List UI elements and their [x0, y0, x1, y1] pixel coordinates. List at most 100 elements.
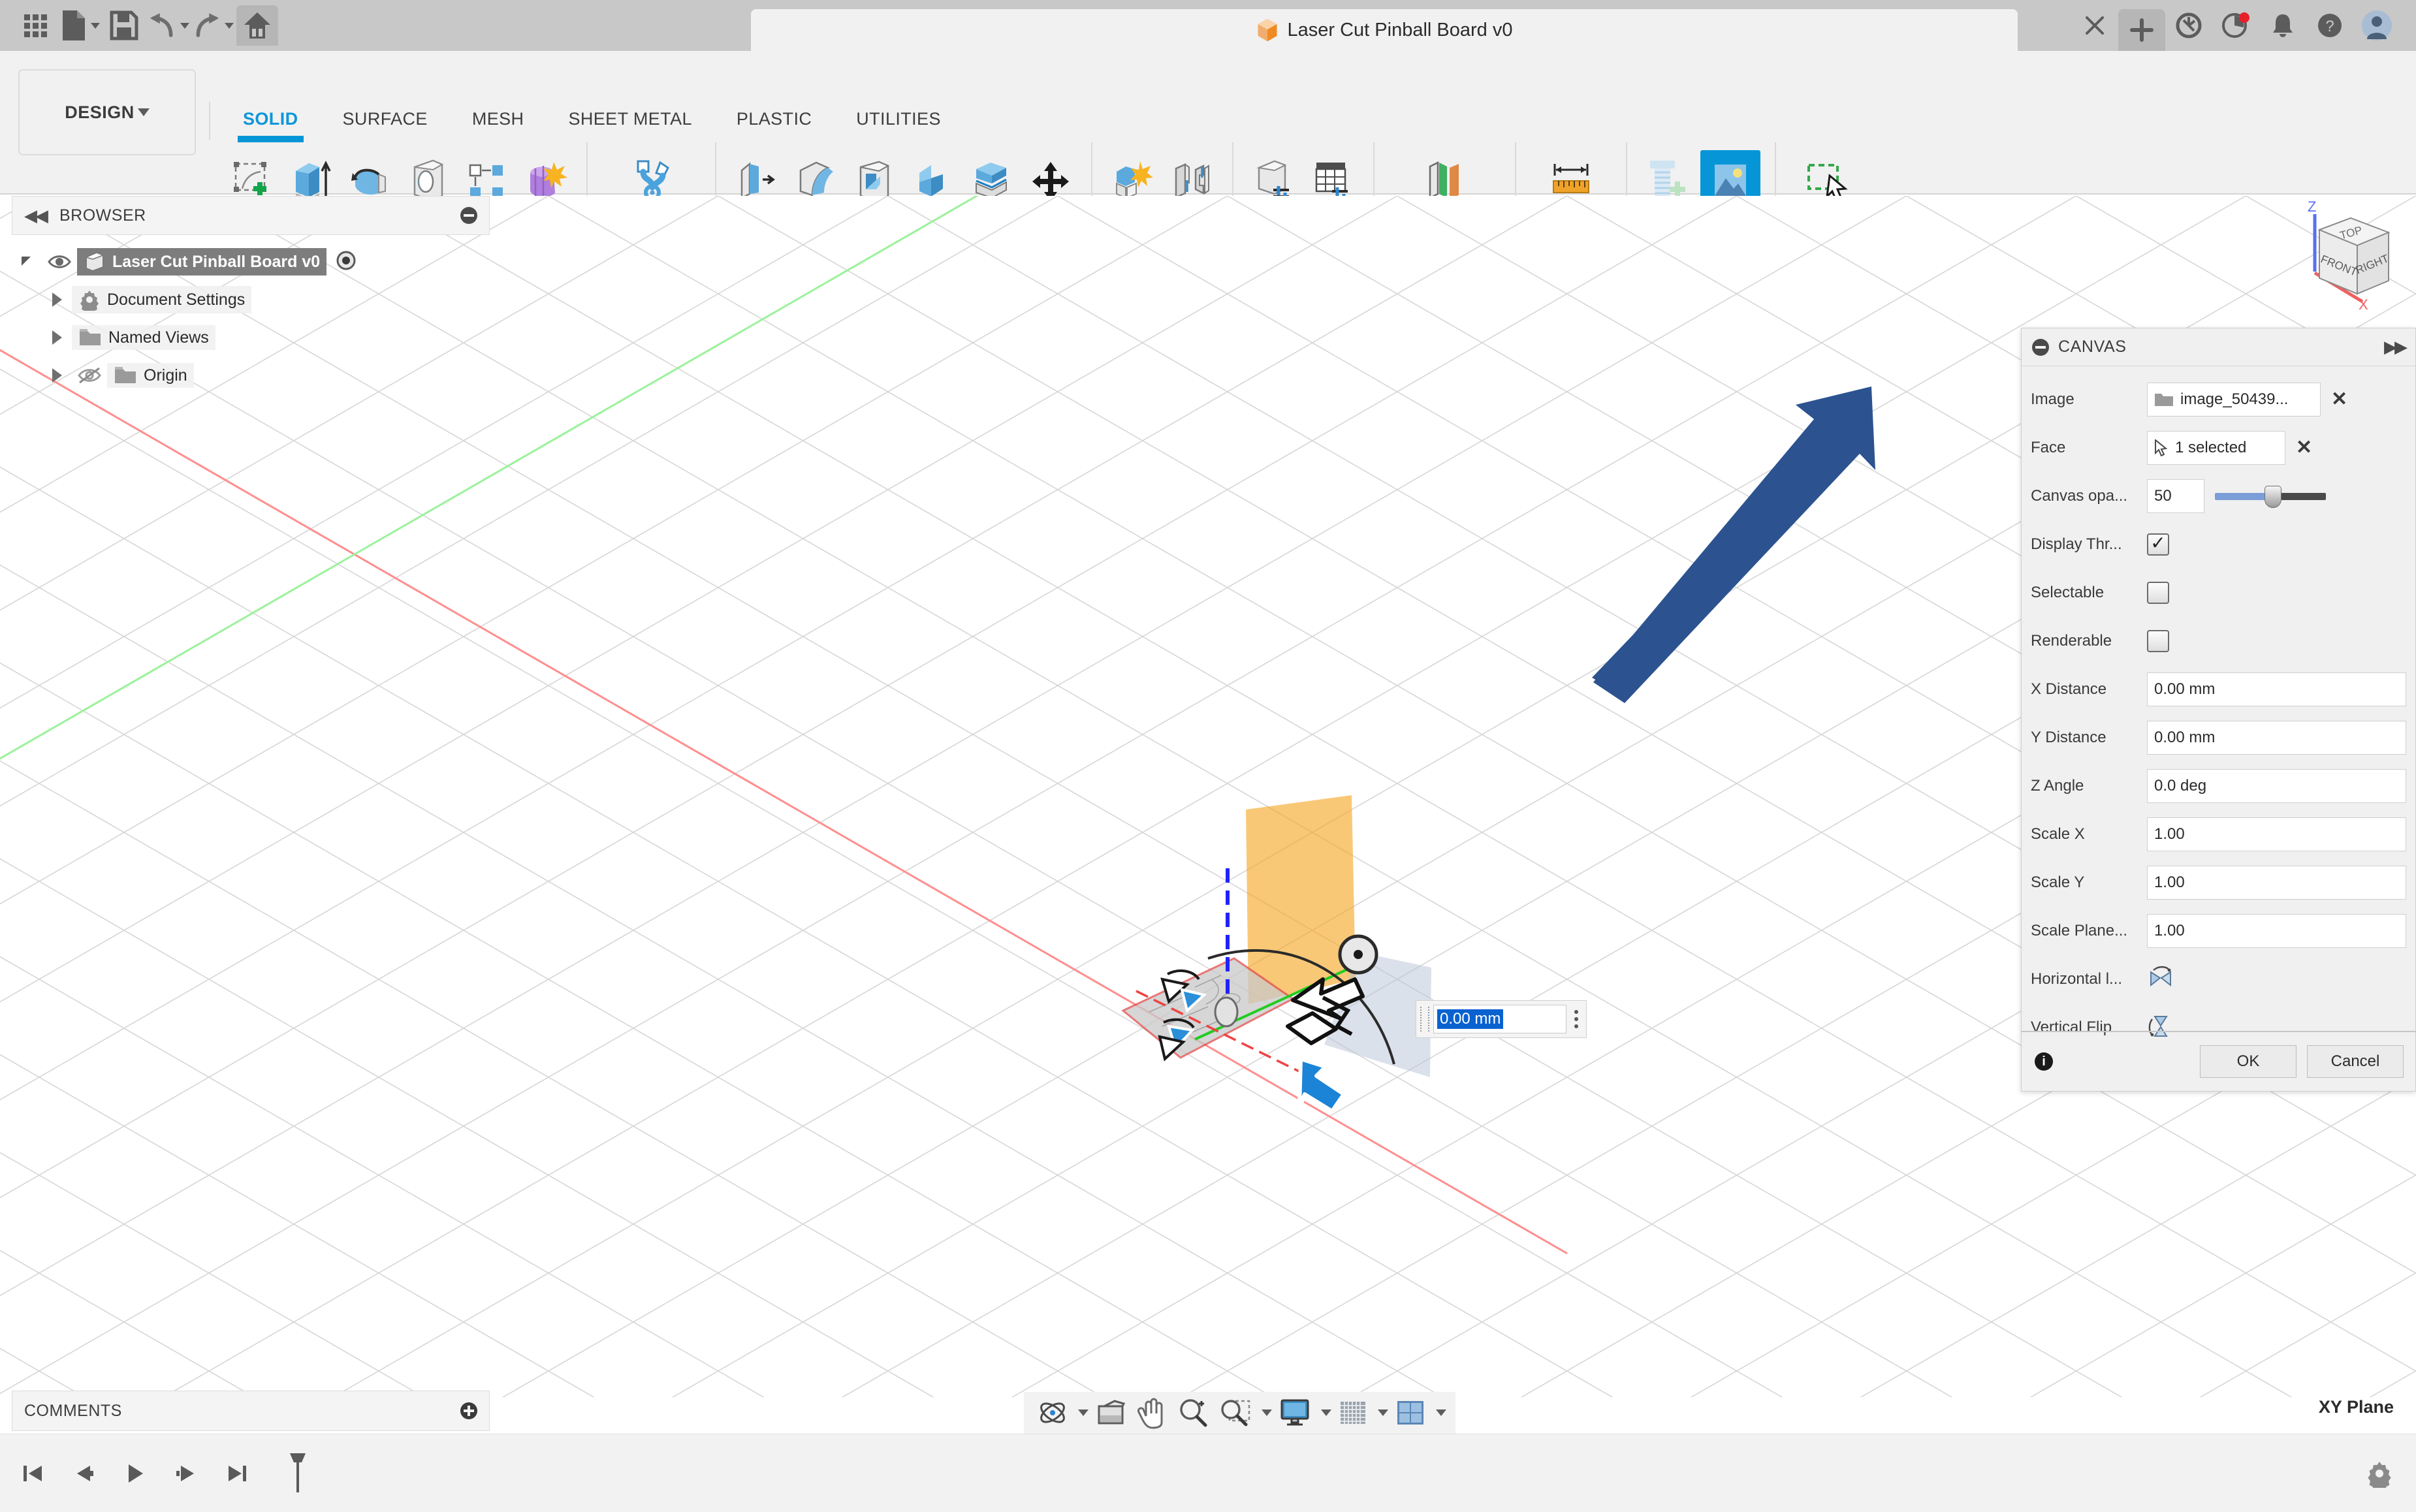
chevron-down-icon[interactable]: [1262, 1410, 1272, 1416]
display-through-checkbox[interactable]: ✓: [2147, 533, 2169, 556]
workspace-label: DESIGN: [65, 102, 135, 122]
viewports-button[interactable]: [1391, 1394, 1430, 1431]
tab-surface[interactable]: SURFACE: [321, 102, 450, 136]
collapse-dialog-icon[interactable]: [2032, 338, 2049, 356]
zoom-window-button[interactable]: [1215, 1394, 1256, 1431]
zoom-in-button[interactable]: [1173, 1394, 1213, 1431]
more-options-icon[interactable]: [1570, 1010, 1582, 1028]
distance-input-overlay[interactable]: 0.00 mm: [1416, 1000, 1587, 1038]
chevron-down-icon[interactable]: [1378, 1410, 1388, 1416]
tree-row-root[interactable]: Laser Cut Pinball Board v0: [12, 243, 495, 281]
extensions-button[interactable]: [2165, 0, 2212, 51]
canvas-opacity-input[interactable]: 50: [2147, 479, 2204, 513]
pan-button[interactable]: [1133, 1394, 1171, 1431]
distance-input-field[interactable]: 0.00 mm: [1433, 1005, 1566, 1033]
display-settings-button[interactable]: [1275, 1394, 1315, 1431]
job-status-button[interactable]: [2212, 0, 2259, 51]
home-button[interactable]: [236, 5, 278, 46]
add-comment-icon[interactable]: [460, 1402, 477, 1419]
undo-button[interactable]: [148, 5, 189, 46]
timeline-go-to-end-button[interactable]: [219, 1455, 253, 1492]
timeline-step-back-button[interactable]: [67, 1455, 101, 1492]
close-tab-button[interactable]: [2071, 0, 2118, 51]
save-button[interactable]: [103, 5, 145, 46]
redo-button[interactable]: [192, 5, 234, 46]
target-icon: [336, 251, 356, 270]
tree-item-origin[interactable]: Origin: [107, 363, 194, 388]
tree-row-document-settings[interactable]: Document Settings: [12, 281, 495, 319]
visibility-toggle-origin[interactable]: [72, 366, 107, 385]
new-file-button[interactable]: [59, 5, 101, 46]
comments-panel[interactable]: COMMENTS: [12, 1391, 490, 1431]
label-z-angle: Z Angle: [2031, 777, 2084, 795]
expand-arrow-root[interactable]: [12, 254, 42, 270]
renderable-checkbox[interactable]: [2147, 630, 2169, 652]
tab-sheet-metal[interactable]: SHEET METAL: [546, 102, 714, 136]
scale-y-input[interactable]: 1.00: [2147, 866, 2406, 900]
chevron-down-icon[interactable]: [1078, 1410, 1089, 1416]
canvas-opacity-slider[interactable]: [2215, 481, 2326, 511]
timeline-step-forward-button[interactable]: [168, 1455, 202, 1492]
new-tab-button[interactable]: [2118, 9, 2165, 51]
help-button[interactable]: ?: [2306, 0, 2353, 51]
z-angle-input[interactable]: 0.0 deg: [2147, 769, 2406, 803]
app-grid-button[interactable]: [14, 5, 56, 46]
redo-icon: [196, 13, 219, 37]
chevron-down-icon[interactable]: [1436, 1410, 1446, 1416]
look-at-button[interactable]: [1091, 1394, 1130, 1431]
view-cube[interactable]: Z X TOP FRONT RIGHT: [2279, 196, 2409, 313]
visibility-toggle-root[interactable]: [42, 253, 77, 270]
info-icon[interactable]: i: [2035, 1052, 2053, 1071]
tree-item-root[interactable]: Laser Cut Pinball Board v0: [77, 248, 327, 276]
scale-x-input[interactable]: 1.00: [2147, 817, 2406, 851]
viewcube-axis-z: Z: [2308, 198, 2316, 215]
chevron-right-icon: [52, 292, 62, 307]
document-tab[interactable]: Laser Cut Pinball Board v0: [751, 9, 2018, 51]
tab-solid[interactable]: SOLID: [221, 102, 321, 142]
grid-snap-button[interactable]: [1334, 1394, 1372, 1431]
tab-mesh[interactable]: MESH: [450, 102, 547, 136]
scale-planar-input[interactable]: 1.00: [2147, 914, 2406, 948]
drag-grip-icon[interactable]: [1420, 1007, 1429, 1032]
orbit-button[interactable]: [1033, 1394, 1072, 1431]
timeline-settings-button[interactable]: [2362, 1455, 2396, 1492]
workspace-switcher[interactable]: DESIGN: [18, 69, 196, 155]
canvas-dialog[interactable]: CANVAS ▶▶ Image image_50439... ✕ Face 1 …: [2021, 328, 2416, 1092]
tree-row-named-views[interactable]: Named Views: [12, 319, 495, 356]
tab-plastic[interactable]: PLASTIC: [714, 102, 834, 136]
tree-row-origin[interactable]: Origin: [12, 356, 495, 394]
cancel-button[interactable]: Cancel: [2307, 1045, 2404, 1078]
label-image: Image: [2031, 390, 2074, 408]
x-distance-input[interactable]: 0.00 mm: [2147, 672, 2406, 706]
expand-arrow-origin[interactable]: [42, 368, 72, 383]
dock-right-icon[interactable]: ▶▶: [2384, 337, 2408, 357]
horizontal-flip-button[interactable]: [2147, 964, 2174, 995]
label-face: Face: [2031, 439, 2066, 456]
y-distance-input[interactable]: 0.00 mm: [2147, 721, 2406, 755]
tree-item-named-views[interactable]: Named Views: [72, 325, 215, 350]
face-select-field[interactable]: 1 selected: [2147, 431, 2285, 465]
account-button[interactable]: [2353, 0, 2400, 51]
collapse-left-icon[interactable]: ◀◀: [24, 206, 48, 226]
clear-face-button[interactable]: ✕: [2296, 438, 2312, 458]
expand-arrow-document-settings[interactable]: [42, 292, 72, 307]
label-scale-y: Scale Y: [2031, 874, 2085, 891]
clear-image-button[interactable]: ✕: [2331, 390, 2347, 409]
component-icon: [84, 251, 105, 272]
image-select-field[interactable]: image_50439...: [2147, 383, 2321, 417]
selectable-checkbox[interactable]: [2147, 582, 2169, 604]
canvas-manipulator[interactable]: [1097, 783, 1685, 1149]
radio-root[interactable]: [336, 250, 357, 274]
gear-icon: [80, 291, 99, 311]
notifications-button[interactable]: [2259, 0, 2306, 51]
collapse-browser-icon[interactable]: [460, 207, 477, 224]
timeline-play-button[interactable]: [118, 1455, 151, 1492]
cursor-icon: [2155, 439, 2168, 456]
ok-button[interactable]: OK: [2200, 1045, 2297, 1078]
chevron-down-icon[interactable]: [1321, 1410, 1331, 1416]
timeline-marker[interactable]: [281, 1453, 315, 1492]
expand-arrow-named-views[interactable]: [42, 330, 72, 345]
tab-utilities[interactable]: UTILITIES: [834, 102, 963, 136]
tree-item-document-settings[interactable]: Document Settings: [72, 286, 252, 313]
timeline-go-to-start-button[interactable]: [16, 1455, 50, 1492]
